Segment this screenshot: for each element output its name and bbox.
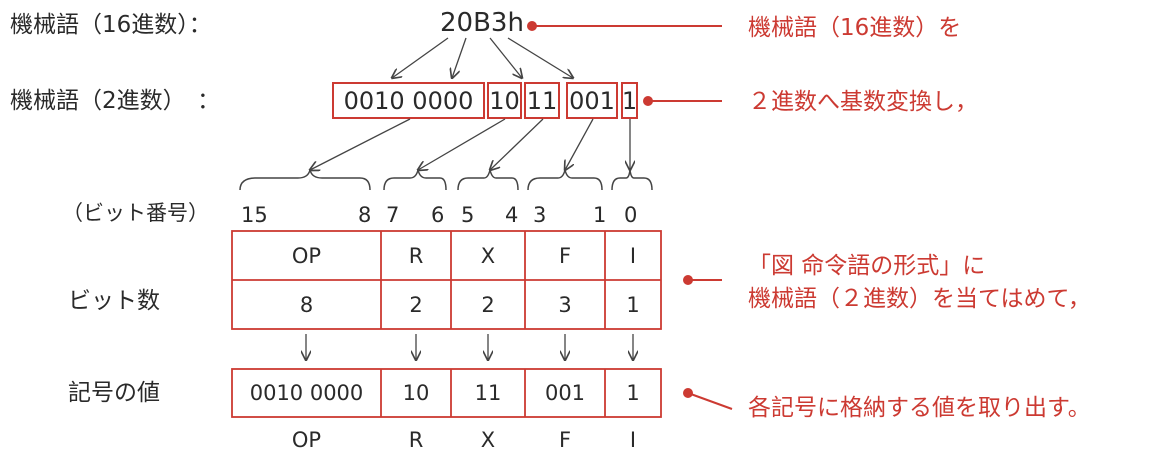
down-arrows — [306, 334, 633, 360]
format-table-grid — [231, 230, 662, 330]
callout-connectors — [527, 21, 733, 410]
hex-to-binary-arrows — [392, 37, 573, 78]
binary-to-brace-arrows — [310, 118, 630, 170]
diagram-lines — [231, 21, 733, 418]
value-table-grid — [231, 368, 662, 418]
bit-braces — [239, 169, 653, 191]
